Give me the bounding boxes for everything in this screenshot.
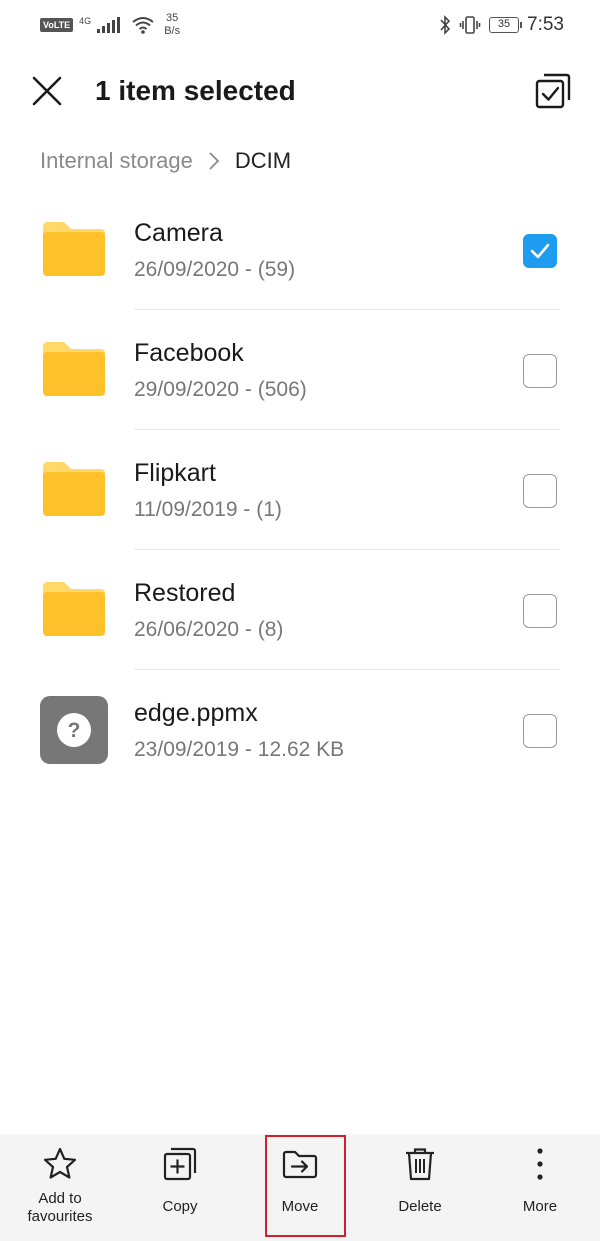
copy-icon	[163, 1147, 197, 1181]
wifi-icon	[132, 17, 154, 34]
battery-icon: 35	[489, 17, 523, 33]
selection-header: 1 item selected	[0, 60, 600, 124]
clock: 7:53	[527, 14, 564, 35]
add-to-favourites-label: Add to favourites	[27, 1190, 93, 1225]
file-meta: 11/09/2019 - (1)	[134, 498, 282, 521]
close-icon	[32, 76, 62, 106]
volte-badge: VoLTE	[40, 18, 74, 32]
list-item[interactable]: Flipkart 11/09/2019 - (1)	[0, 430, 600, 550]
signal-icon	[97, 17, 121, 33]
move-button[interactable]: Move	[240, 1134, 360, 1241]
unknown-file-icon: ?	[40, 696, 108, 764]
item-checkbox[interactable]	[523, 234, 557, 268]
file-name: Restored	[134, 579, 236, 607]
chevron-right-icon	[209, 152, 220, 170]
file-name: Facebook	[134, 339, 244, 367]
file-list: Camera 26/09/2020 - (59) Facebook 29/09/…	[0, 190, 600, 790]
list-item[interactable]: Facebook 29/09/2020 - (506)	[0, 310, 600, 430]
file-meta: 23/09/2019 - 12.62 KB	[134, 738, 345, 761]
bluetooth-icon	[440, 15, 451, 35]
more-label: More	[522, 1198, 558, 1215]
trash-icon	[406, 1148, 434, 1181]
item-checkbox[interactable]	[523, 594, 557, 628]
star-icon	[43, 1147, 77, 1179]
file-meta: 29/09/2020 - (506)	[134, 378, 307, 401]
network-speed: 35 B/s	[164, 12, 181, 37]
list-item[interactable]: ? edge.ppmx 23/09/2019 - 12.62 KB	[0, 670, 600, 790]
folder-icon	[43, 342, 105, 396]
breadcrumb: Internal storage DCIM	[40, 146, 291, 176]
svg-text:?: ?	[68, 719, 81, 742]
item-checkbox[interactable]	[523, 714, 557, 748]
file-name: edge.ppmx	[134, 699, 258, 727]
bottom-action-bar: Add to favourites Copy Move Delete More	[0, 1134, 600, 1241]
check-icon	[530, 243, 550, 259]
item-checkbox[interactable]	[523, 474, 557, 508]
select-all-icon	[535, 73, 571, 109]
folder-icon	[43, 582, 105, 636]
breadcrumb-dcim: DCIM	[234, 148, 292, 173]
close-button[interactable]	[30, 74, 64, 108]
page-title: 1 item selected	[95, 75, 296, 106]
more-vertical-icon	[537, 1148, 543, 1180]
copy-button[interactable]: Copy	[120, 1134, 240, 1241]
vibrate-icon	[459, 16, 481, 34]
item-checkbox[interactable]	[523, 354, 557, 388]
file-name: Camera	[134, 219, 223, 247]
copy-label: Copy	[162, 1198, 198, 1215]
status-left: VoLTE 4G 35 B/s	[40, 12, 180, 38]
delete-button[interactable]: Delete	[360, 1134, 480, 1241]
delete-label: Delete	[398, 1198, 442, 1215]
list-item[interactable]: Restored 26/06/2020 - (8)	[0, 550, 600, 670]
status-bar: VoLTE 4G 35 B/s 35 7:53	[0, 0, 600, 50]
breadcrumb-internal-storage[interactable]: Internal storage	[40, 146, 193, 176]
list-item[interactable]: Camera 26/09/2020 - (59)	[0, 190, 600, 310]
status-right: 35 7:53	[439, 14, 564, 36]
move-label: Move	[281, 1198, 319, 1215]
select-all-button[interactable]	[534, 72, 572, 110]
move-to-folder-icon	[282, 1150, 318, 1179]
more-button[interactable]: More	[480, 1134, 600, 1241]
file-meta: 26/06/2020 - (8)	[134, 618, 284, 641]
network-type: 4G	[79, 15, 92, 26]
file-meta: 26/09/2020 - (59)	[134, 258, 296, 281]
file-name: Flipkart	[134, 459, 216, 487]
add-to-favourites-button[interactable]: Add to favourites	[0, 1134, 120, 1241]
folder-icon	[43, 462, 105, 516]
folder-icon	[43, 222, 105, 276]
